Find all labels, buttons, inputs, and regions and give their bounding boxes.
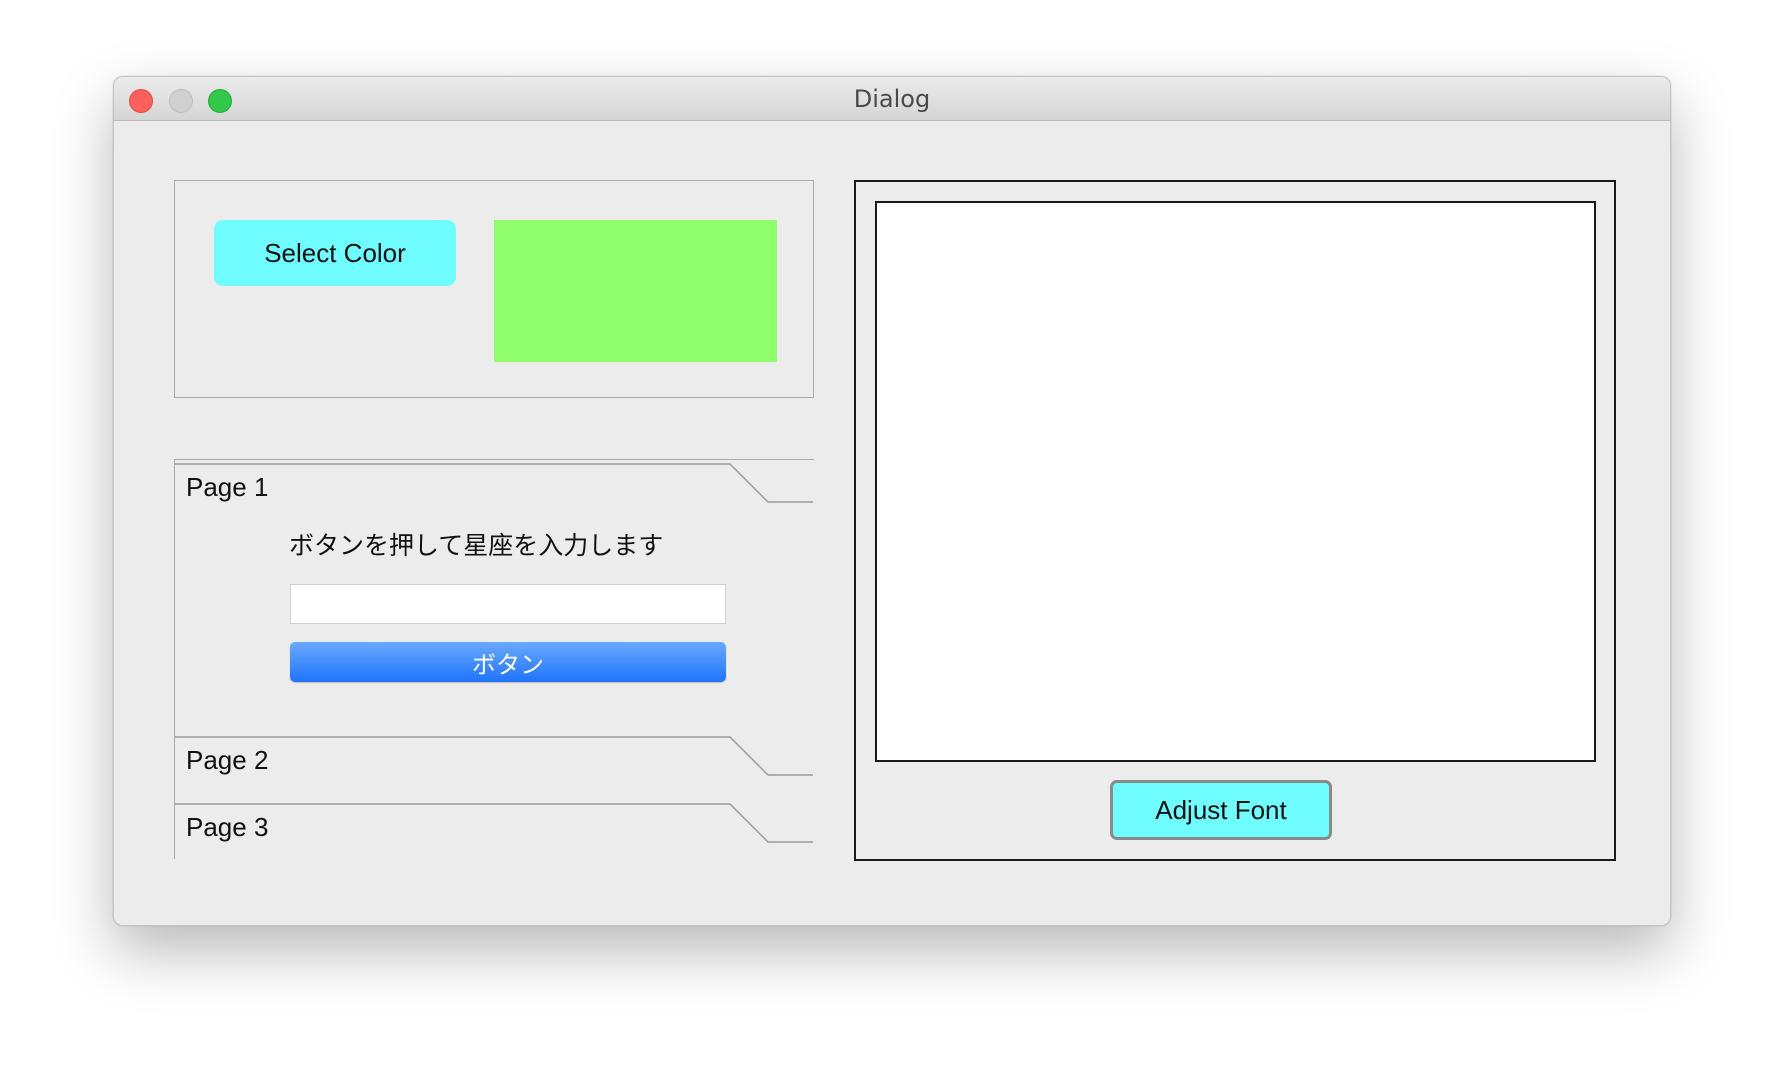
toolbox: Page 1 ボタンを押して星座を入力します ボタン Page 2 Page 3 xyxy=(174,459,814,859)
tab-page-3[interactable]: Page 3 xyxy=(175,803,815,855)
tab-page-3-outline xyxy=(175,803,813,843)
text-edit-area[interactable] xyxy=(875,201,1596,762)
color-preview-swatch xyxy=(494,220,777,362)
adjust-font-button[interactable]: Adjust Font xyxy=(1110,780,1332,840)
submit-button[interactable]: ボタン xyxy=(290,642,726,682)
constellation-input[interactable] xyxy=(290,584,726,624)
select-color-button[interactable]: Select Color xyxy=(214,220,456,286)
tab-page-1-label: Page 1 xyxy=(186,472,269,502)
tab-page-2[interactable]: Page 2 xyxy=(175,736,815,788)
tab-page-3-label: Page 3 xyxy=(186,812,269,842)
dialog-window: Dialog Select Color Page 1 ボタンを押して星座を入力し… xyxy=(113,76,1671,926)
tab-page-1[interactable]: Page 1 xyxy=(175,460,815,512)
color-group-box: Select Color xyxy=(174,180,814,398)
tab-page-1-outline xyxy=(175,463,813,503)
constellation-prompt-label: ボタンを押して星座を入力します xyxy=(289,531,664,560)
editor-frame: Adjust Font xyxy=(854,180,1616,861)
tab-page-2-label: Page 2 xyxy=(186,745,269,775)
title-bar: Dialog xyxy=(114,77,1670,121)
tab-page-2-outline xyxy=(175,736,813,776)
window-title: Dialog xyxy=(853,85,931,113)
